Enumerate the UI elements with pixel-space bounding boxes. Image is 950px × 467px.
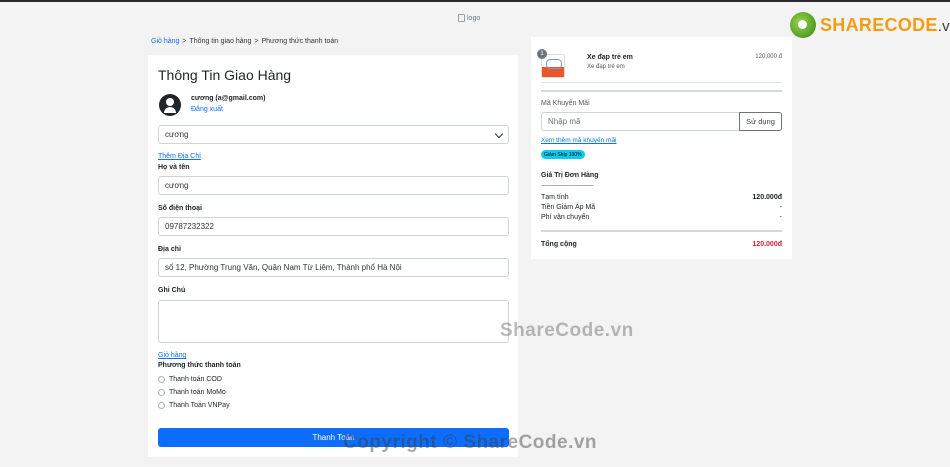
payment-option-cod[interactable]: Thanh toán COD	[158, 376, 222, 383]
total-label: Tổng cộng	[541, 241, 577, 248]
summary-divider: -----------------------------------	[541, 183, 594, 189]
radio-button[interactable]	[158, 389, 165, 396]
divider	[541, 90, 782, 92]
cart-link[interactable]: Giỏ hàng	[158, 352, 186, 359]
phone-field-value: 09787232322	[165, 222, 214, 231]
name-field-value: cương	[165, 181, 189, 190]
quantity-badge: 1	[537, 49, 547, 59]
page-title: Thông Tin Giao Hàng	[158, 67, 292, 83]
user-display-name: cương (a@gmail.com)	[191, 95, 266, 102]
summary-label: Phí vận chuyển	[541, 214, 590, 221]
promo-badge: Giảm Ship 100%	[541, 150, 585, 159]
summary-row-discount: Tiền Giảm Áp Mã -	[541, 204, 782, 211]
summary-row-subtotal: Tạm tính 120.000đ	[541, 194, 782, 201]
divider	[541, 82, 782, 83]
phone-field[interactable]: 09787232322	[158, 217, 509, 236]
payment-option-label: Thanh Toán VNPay	[169, 402, 230, 409]
payment-option-label: Thanh toán COD	[169, 376, 222, 383]
note-textarea[interactable]	[158, 300, 509, 343]
product-subtitle: Xe đạp trẻ em	[587, 64, 625, 70]
summary-row-shipping: Phí vận chuyển -	[541, 214, 782, 221]
promo-code-input[interactable]: Nhập mã	[541, 112, 739, 131]
address-field-value: số 12, Phường Trung Văn, Quận Nam Từ Liê…	[165, 263, 402, 272]
total-value: 120.000đ	[752, 241, 782, 248]
sharecode-brand: SHARECODE.vn	[790, 12, 950, 38]
sharecode-logo-icon	[790, 12, 816, 38]
brand-suffix: .vn	[937, 17, 950, 35]
summary-label: Tạm tính	[541, 194, 569, 201]
add-address-link[interactable]: Thêm Địa Chỉ	[158, 153, 201, 160]
summary-value: -	[779, 204, 782, 211]
name-label: Họ và tên	[158, 164, 190, 171]
browser-top-bar	[0, 0, 950, 2]
address-field[interactable]: số 12, Phường Trung Văn, Quận Nam Từ Liê…	[158, 258, 509, 277]
brand-name: SHARECODE	[820, 14, 938, 35]
order-value-title: Giá Trị Đơn Hàng	[541, 172, 599, 179]
logout-link[interactable]: Đăng xuất	[191, 106, 223, 113]
breadcrumb-separator: >	[182, 38, 187, 45]
breadcrumb-separator: >	[254, 38, 259, 45]
promo-label: Mã Khuyến Mãi	[541, 100, 590, 107]
order-summary-panel: 1 Xe đạp trẻ em Xe đạp trẻ em 120,000 đ …	[531, 37, 792, 259]
chevron-down-icon	[494, 129, 504, 139]
site-logo[interactable]: logo	[458, 14, 480, 22]
breadcrumb-shipping-info: Thông tin giao hàng	[189, 38, 252, 45]
radio-button[interactable]	[158, 376, 165, 383]
summary-value: -	[779, 214, 782, 221]
logo-alt-text: logo	[467, 14, 481, 22]
payment-option-label: Thanh toán MoMo	[169, 389, 226, 396]
broken-image-icon	[458, 14, 465, 22]
payment-method-label: Phương thức thanh toán	[158, 362, 241, 369]
more-promos-link[interactable]: Xem thêm mã khuyến mãi	[541, 137, 617, 144]
breadcrumb: Giỏ hàng > Thông tin giao hàng > Phương …	[151, 38, 338, 45]
radio-button[interactable]	[158, 402, 165, 409]
watermark-bottom: Copyright © ShareCode.vn	[343, 432, 598, 453]
summary-value: 120.000đ	[752, 194, 782, 201]
phone-label: Số điện thoại	[158, 205, 202, 212]
watermark-center: ShareCode.vn	[500, 320, 634, 341]
address-select[interactable]: cương	[158, 125, 509, 144]
order-total-row: Tổng cộng 120.000đ	[541, 241, 782, 248]
divider	[541, 230, 782, 232]
summary-label: Tiền Giảm Áp Mã	[541, 204, 596, 211]
apply-promo-button[interactable]: Sử dụng	[739, 112, 782, 131]
breadcrumb-cart-link[interactable]: Giỏ hàng	[151, 38, 179, 45]
name-field[interactable]: cương	[158, 176, 509, 195]
address-select-value: cương	[165, 130, 189, 139]
product-price: 120,000 đ	[755, 54, 782, 60]
note-label: Ghi Chú	[158, 287, 186, 294]
breadcrumb-payment-method: Phương thức thanh toán	[261, 38, 339, 45]
payment-option-vnpay[interactable]: Thanh Toán VNPay	[158, 402, 230, 409]
payment-option-momo[interactable]: Thanh toán MoMo	[158, 389, 226, 396]
address-label: Địa chỉ	[158, 246, 181, 253]
user-avatar-icon	[159, 94, 181, 116]
shipping-panel: Thông Tin Giao Hàng cương (a@gmail.com) …	[148, 55, 518, 457]
product-name: Xe đạp trẻ em	[587, 54, 633, 61]
